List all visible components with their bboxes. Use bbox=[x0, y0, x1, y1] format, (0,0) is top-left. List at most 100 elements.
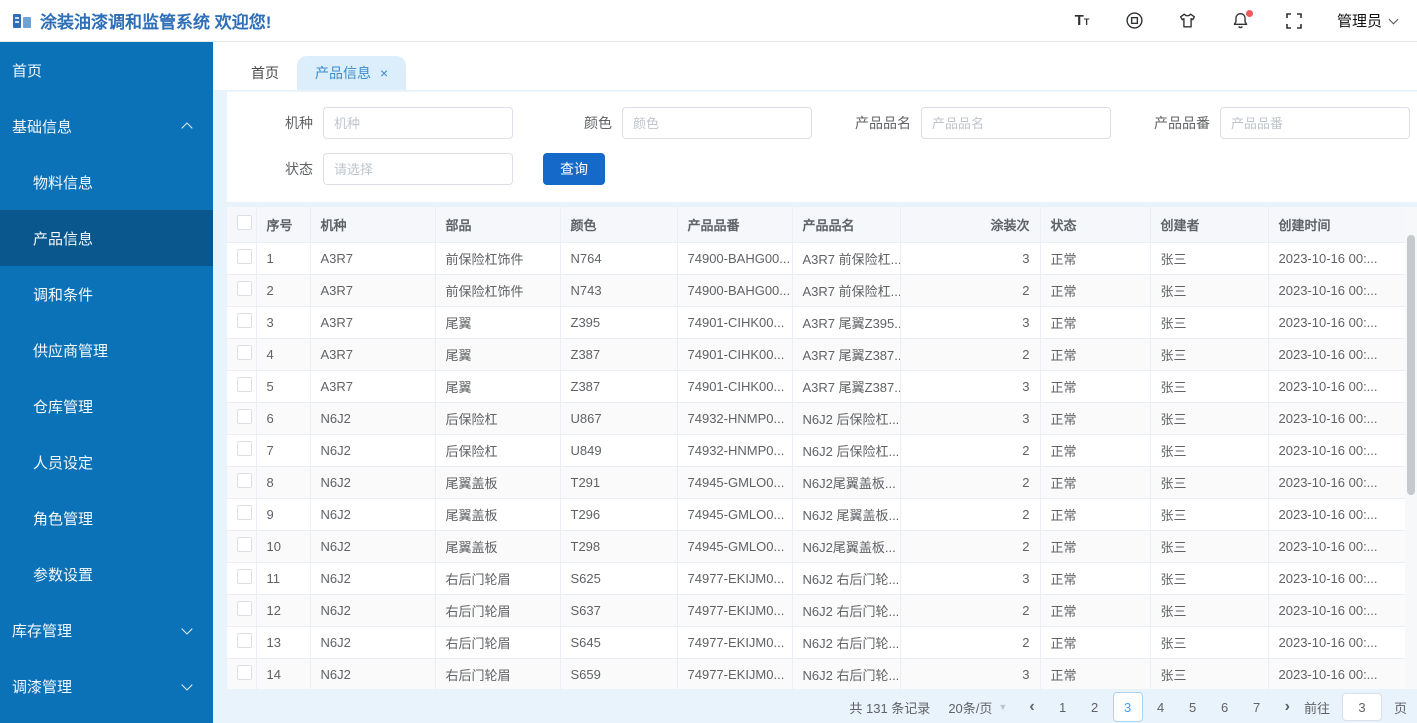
search-input-1[interactable] bbox=[622, 107, 812, 139]
page-number[interactable]: 2 bbox=[1081, 693, 1109, 721]
theme-shirt-icon[interactable] bbox=[1178, 11, 1198, 31]
search-input-3[interactable] bbox=[1220, 107, 1410, 139]
row-checkbox[interactable] bbox=[237, 377, 252, 392]
tab-close-icon[interactable]: × bbox=[380, 66, 388, 80]
vertical-scrollbar[interactable] bbox=[1405, 207, 1417, 689]
query-button[interactable]: 查询 bbox=[543, 153, 605, 185]
row-checkbox-cell bbox=[227, 338, 257, 371]
row-checkbox[interactable] bbox=[237, 249, 252, 264]
row-checkbox[interactable] bbox=[237, 505, 252, 520]
row-checkbox-cell bbox=[227, 562, 257, 595]
table-cell: 3 bbox=[900, 370, 1041, 403]
tab-bar: 首页 产品信息 × bbox=[213, 42, 1417, 90]
row-checkbox[interactable] bbox=[237, 281, 252, 296]
table-panel: 序号 机种 部品 颜色 产品品番 产品品名 涂装次 状态 创建者 创建时间 1 A3R7 前保险杠饰件… bbox=[227, 207, 1417, 689]
table-cell: Z387 bbox=[560, 370, 678, 403]
goto-page-input[interactable] bbox=[1341, 693, 1382, 721]
row-checkbox[interactable] bbox=[237, 409, 252, 424]
table-cell: 正常 bbox=[1040, 498, 1151, 531]
table-cell: 尾翼 bbox=[435, 338, 561, 371]
page-number[interactable]: 6 bbox=[1211, 693, 1239, 721]
page-number[interactable]: 7 bbox=[1243, 693, 1271, 721]
row-checkbox[interactable] bbox=[237, 569, 252, 584]
column-header: 机种 bbox=[310, 207, 436, 243]
sidebar-item-1[interactable]: 基础信息 bbox=[0, 98, 213, 154]
row-checkbox[interactable] bbox=[237, 537, 252, 552]
user-menu[interactable]: 管理员 bbox=[1337, 10, 1399, 31]
row-checkbox-cell bbox=[227, 370, 257, 403]
page-number[interactable]: 4 bbox=[1147, 693, 1175, 721]
row-checkbox[interactable] bbox=[237, 345, 252, 360]
table-cell: N764 bbox=[560, 242, 678, 275]
search-input-2[interactable] bbox=[921, 107, 1111, 139]
table-cell: N6J2 bbox=[310, 658, 436, 689]
column-header: 颜色 bbox=[560, 207, 678, 243]
sidebar-item-2[interactable]: 物料信息 bbox=[0, 154, 213, 210]
table-cell: 2 bbox=[900, 274, 1041, 307]
row-checkbox[interactable] bbox=[237, 665, 252, 680]
tab-0[interactable]: 首页 bbox=[233, 56, 297, 90]
font-size-icon[interactable]: TT bbox=[1072, 11, 1092, 31]
tab-1[interactable]: 产品信息 × bbox=[297, 56, 407, 90]
table-cell: 74977-EKIJM0... bbox=[677, 594, 793, 627]
table-cell: 2 bbox=[900, 626, 1041, 659]
table-cell: A3R7 前保险杠... bbox=[792, 274, 901, 307]
row-checkbox[interactable] bbox=[237, 313, 252, 328]
sidebar-item-6[interactable]: 仓库管理 bbox=[0, 378, 213, 434]
caret-down-icon: ▼ bbox=[998, 702, 1008, 712]
table-cell: 2023-10-16 00:... bbox=[1268, 274, 1405, 307]
table-header-row: 序号 机种 部品 颜色 产品品番 产品品名 涂装次 状态 创建者 创建时间 bbox=[227, 207, 1405, 243]
search-panel: 机种 颜色 产品品名 产品品番 状态 查询 bbox=[227, 92, 1417, 202]
sidebar-item-5[interactable]: 供应商管理 bbox=[0, 322, 213, 378]
sidebar-item-11[interactable]: 调漆管理 bbox=[0, 658, 213, 714]
table-cell: 1 bbox=[256, 242, 311, 275]
table-cell: N6J2尾翼盖板... bbox=[792, 530, 901, 563]
table-cell: 2023-10-16 00:... bbox=[1268, 530, 1405, 563]
sidebar-item-9[interactable]: 参数设置 bbox=[0, 546, 213, 602]
row-checkbox-cell bbox=[227, 594, 257, 627]
sidebar-item-3[interactable]: 产品信息 bbox=[0, 210, 213, 266]
row-checkbox[interactable] bbox=[237, 633, 252, 648]
table-cell: 3 bbox=[900, 306, 1041, 339]
row-checkbox[interactable] bbox=[237, 441, 252, 456]
table-row: 13 N6J2 右后门轮眉 S645 74977-EKIJM0... N6J2 右后门轮.… bbox=[227, 626, 1405, 659]
table-cell: 2023-10-16 00:... bbox=[1268, 306, 1405, 339]
search-input-0[interactable] bbox=[323, 107, 513, 139]
sidebar-item-4[interactable]: 调和条件 bbox=[0, 266, 213, 322]
scrollbar-thumb[interactable] bbox=[1407, 235, 1415, 495]
sidebar-item-0[interactable]: 首页 bbox=[0, 42, 213, 98]
sidebar-item-8[interactable]: 角色管理 bbox=[0, 490, 213, 546]
table-row: 14 N6J2 右后门轮眉 S659 74977-EKIJM0... N6J2 右后门轮.… bbox=[227, 658, 1405, 689]
table-cell: 11 bbox=[256, 562, 311, 595]
prev-page-button[interactable]: ‹ bbox=[1023, 698, 1040, 716]
total-records: 共 131 条记录 bbox=[849, 700, 931, 716]
app-logo-icon bbox=[13, 13, 31, 28]
table-cell: 正常 bbox=[1040, 338, 1151, 371]
table-cell: 10 bbox=[256, 530, 311, 563]
main-area: 首页产品信息× 机种颜色产品品名产品品番 状态 查询 序号机种部品颜色产品品番产… bbox=[213, 42, 1417, 723]
coin-icon[interactable] bbox=[1125, 11, 1145, 31]
table-cell: 74945-GMLO0... bbox=[677, 498, 793, 531]
sidebar-item-10[interactable]: 库存管理 bbox=[0, 602, 213, 658]
row-checkbox[interactable] bbox=[237, 473, 252, 488]
search-row-2: 状态 查询 bbox=[227, 146, 1417, 192]
column-header: 序号 bbox=[256, 207, 311, 243]
table-cell: 右后门轮眉 bbox=[435, 658, 561, 689]
table-cell: 张三 bbox=[1150, 338, 1269, 371]
search-input-4[interactable] bbox=[323, 153, 513, 185]
table-body: 1 A3R7 前保险杠饰件 N764 74900-BAHG00... A3R7 前保险杠.… bbox=[227, 242, 1405, 689]
page-number[interactable]: 1 bbox=[1049, 693, 1077, 721]
notification-bell-icon[interactable] bbox=[1231, 9, 1253, 31]
page-number[interactable]: 5 bbox=[1179, 693, 1207, 721]
table-cell: 74901-CIHK00... bbox=[677, 306, 793, 339]
fullscreen-icon[interactable] bbox=[1284, 11, 1304, 31]
content: 机种颜色产品品名产品品番 状态 查询 序号机种部品颜色产品品番产品品名涂装次状态… bbox=[213, 92, 1417, 723]
next-page-button[interactable]: › bbox=[1279, 698, 1296, 716]
sidebar-item-7[interactable]: 人员设定 bbox=[0, 434, 213, 490]
header-checkbox[interactable] bbox=[237, 215, 252, 231]
page-size-select[interactable]: 20条/页 ▼ bbox=[948, 698, 1007, 717]
table-row: 2 A3R7 前保险杠饰件 N743 74900-BAHG00... A3R7 前保险杠.… bbox=[227, 274, 1405, 307]
table-cell: 张三 bbox=[1150, 626, 1269, 659]
row-checkbox[interactable] bbox=[237, 601, 252, 616]
page-number-active[interactable]: 3 bbox=[1112, 692, 1143, 722]
